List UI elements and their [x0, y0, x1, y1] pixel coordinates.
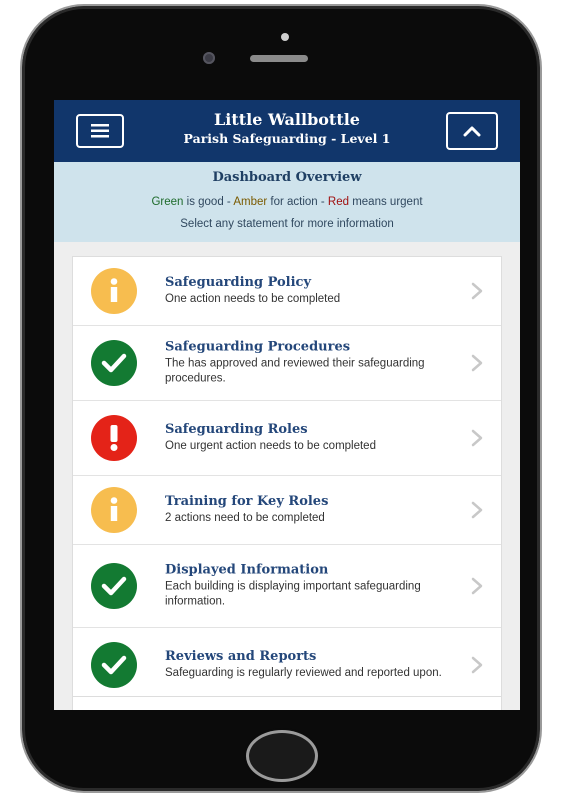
- app-header: Little Wallbottle Parish Safeguarding - …: [54, 100, 520, 162]
- check-icon: [91, 563, 137, 609]
- overview-instruction: Select any statement for more informatio…: [180, 218, 394, 230]
- phone-screen: Little Wallbottle Parish Safeguarding - …: [54, 100, 520, 710]
- list-item-text: Safeguarding Procedures The has approved…: [165, 340, 453, 387]
- page-title: Little Wallbottle: [214, 110, 360, 129]
- list-item-safeguarding-roles[interactable]: Safeguarding Roles One urgent action nee…: [73, 401, 501, 476]
- chevron-right-icon: [471, 501, 483, 524]
- list-item-reviews-reports[interactable]: Reviews and Reports Safeguarding is regu…: [73, 628, 501, 702]
- list-item-training-key-roles[interactable]: Training for Key Roles 2 actions need to…: [73, 476, 501, 545]
- proximity-sensor: [203, 52, 215, 64]
- menu-button[interactable]: [76, 114, 124, 148]
- info-icon: [91, 268, 137, 314]
- legend-amber-text: for action -: [267, 196, 328, 208]
- list-item-text: Displayed Information Each building is d…: [165, 563, 453, 610]
- list-item-text: Safeguarding Roles One urgent action nee…: [165, 422, 453, 454]
- legend-red-text: means urgent: [349, 196, 423, 208]
- dashboard-overview: Dashboard Overview Green is good - Amber…: [54, 162, 520, 242]
- list-item-description: Each building is displaying important sa…: [165, 580, 421, 608]
- list-item-text: Reviews and Reports Safeguarding is regu…: [165, 649, 453, 681]
- statement-list: Safeguarding Policy One action needs to …: [72, 256, 502, 703]
- list-item-title: Displayed Information: [165, 562, 329, 578]
- list-item-description: One urgent action needs to be completed: [165, 440, 376, 452]
- list-item-description: The has approved and reviewed their safe…: [165, 357, 425, 385]
- legend-green-word: Green: [151, 196, 184, 208]
- list-item-title: Reviews and Reports: [165, 649, 317, 664]
- collapse-button[interactable]: [446, 112, 498, 150]
- next-card-edge: [72, 696, 502, 710]
- list-item-title: Safeguarding Roles: [165, 422, 308, 437]
- info-icon: [91, 487, 137, 533]
- list-item-description: One action needs to be completed: [165, 293, 341, 305]
- front-camera: [281, 33, 289, 41]
- exclamation-icon: [91, 415, 137, 461]
- header-title-block: Little Wallbottle Parish Safeguarding - …: [134, 110, 440, 148]
- check-icon: [91, 642, 137, 688]
- chevron-right-icon: [471, 429, 483, 452]
- legend-red-word: Red: [327, 196, 350, 208]
- page-subtitle: Parish Safeguarding - Level 1: [183, 131, 391, 146]
- list-item-title: Safeguarding Policy: [165, 275, 312, 290]
- list-item-description: Safeguarding is regularly reviewed and r…: [165, 667, 442, 679]
- list-item-text: Training for Key Roles 2 actions need to…: [165, 494, 453, 526]
- list-item-title: Training for Key Roles: [165, 494, 329, 509]
- home-button[interactable]: [246, 730, 318, 782]
- list-item-text: Safeguarding Policy One action needs to …: [165, 275, 453, 307]
- hamburger-icon: [91, 124, 109, 138]
- check-icon: [91, 340, 137, 386]
- chevron-right-icon: [471, 282, 483, 305]
- chevron-up-icon: [463, 125, 481, 137]
- legend-amber-word: Amber: [233, 196, 268, 208]
- list-item-safeguarding-procedures[interactable]: Safeguarding Procedures The has approved…: [73, 326, 501, 401]
- list-item-description: 2 actions need to be completed: [165, 512, 325, 524]
- earpiece-speaker: [250, 55, 308, 62]
- list-item-safeguarding-policy[interactable]: Safeguarding Policy One action needs to …: [73, 257, 501, 326]
- chevron-right-icon: [471, 577, 483, 600]
- list-item-title: Safeguarding Procedures: [165, 339, 351, 355]
- chevron-right-icon: [471, 656, 483, 679]
- list-item-displayed-information[interactable]: Displayed Information Each building is d…: [73, 545, 501, 628]
- status-legend: Green is good - Amber for action - Red m…: [54, 196, 520, 208]
- chevron-right-icon: [471, 354, 483, 377]
- overview-title: Dashboard Overview: [212, 170, 362, 185]
- legend-green-text: is good -: [183, 196, 234, 208]
